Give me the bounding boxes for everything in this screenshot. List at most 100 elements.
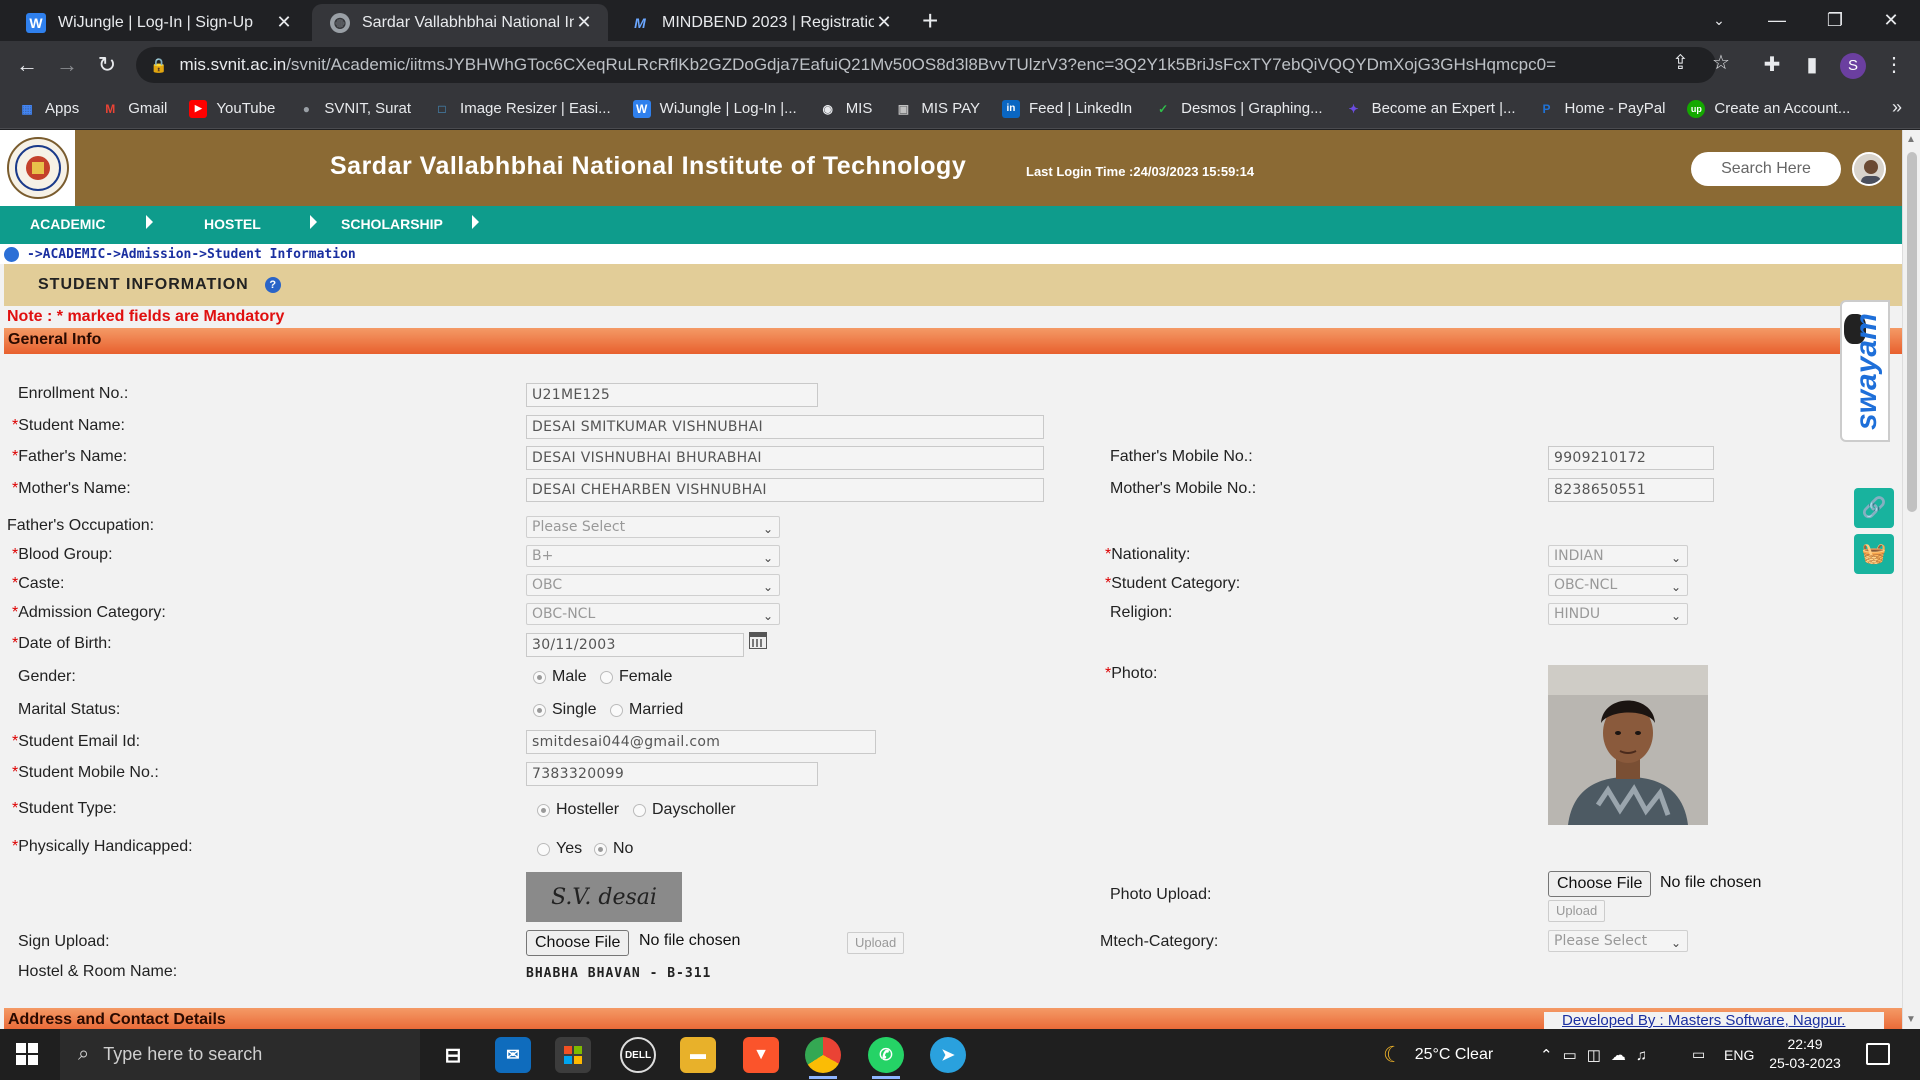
- email-field[interactable]: smitdesai044@gmail.com: [526, 730, 876, 754]
- photo-upload-button[interactable]: Upload: [1548, 900, 1606, 922]
- clock[interactable]: 22:49 25-03-2023: [1760, 1035, 1850, 1073]
- photo-choose-file-button[interactable]: Choose File: [1548, 871, 1652, 897]
- gender-female-radio[interactable]: Female: [600, 668, 672, 686]
- reload-icon[interactable]: ↻: [92, 51, 122, 81]
- taskbar-search-input[interactable]: ⌕ Type here to search: [60, 1029, 420, 1080]
- caste-select[interactable]: OBC ⌄: [526, 574, 780, 596]
- calendar-icon[interactable]: [749, 632, 767, 649]
- extensions-icon[interactable]: ✚: [1758, 51, 1786, 79]
- profile-avatar[interactable]: S: [1840, 53, 1866, 79]
- student-type-dayscholler-radio[interactable]: Dayscholler: [633, 801, 736, 819]
- marital-single-radio[interactable]: Single: [533, 701, 596, 719]
- help-icon[interactable]: ?: [264, 277, 281, 293]
- minimize-icon[interactable]: —: [1748, 0, 1806, 41]
- forward-icon[interactable]: →: [52, 51, 82, 81]
- student-name-field[interactable]: DESAI SMITKUMAR VISHNUBHAI: [526, 415, 1044, 439]
- breadcrumb-path[interactable]: ->ACADEMIC->Admission->Student Informati…: [27, 247, 356, 262]
- close-icon[interactable]: ✕: [574, 12, 594, 33]
- new-tab-icon[interactable]: +: [922, 6, 938, 36]
- swayam-banner[interactable]: swayam: [1840, 300, 1890, 442]
- brave-icon[interactable]: ▼: [743, 1037, 779, 1073]
- student-type-hosteller-radio[interactable]: Hosteller: [537, 801, 619, 819]
- mtech-category-select[interactable]: Please Select ⌄: [1548, 930, 1688, 952]
- chrome-icon[interactable]: [805, 1037, 841, 1079]
- whatsapp-icon[interactable]: ✆: [868, 1037, 904, 1079]
- link-icon[interactable]: 🔗: [1854, 488, 1894, 528]
- bookmark-become-expert[interactable]: ✦ Become an Expert |...: [1345, 100, 1516, 118]
- mail-icon[interactable]: ✉: [495, 1037, 531, 1073]
- tab-search-chevron-icon[interactable]: ⌄: [1690, 0, 1748, 41]
- gender-male-radio[interactable]: Male: [533, 668, 587, 686]
- bookmark-wijungle[interactable]: W WiJungle | Log-In |...: [632, 99, 797, 118]
- side-panel-icon[interactable]: ▮: [1798, 51, 1826, 79]
- scroll-up-icon[interactable]: ▲: [1906, 134, 1916, 145]
- scrollbar-thumb[interactable]: [1907, 152, 1917, 512]
- tab-wijungle[interactable]: W WiJungle | Log-In | Sign-Up ✕: [8, 4, 308, 41]
- display-icon[interactable]: ▭: [1692, 1029, 1705, 1080]
- weather-widget[interactable]: ☾ 25°C Clear: [1383, 1029, 1493, 1080]
- father-name-field[interactable]: DESAI VISHNUBHAI BHURABHAI: [526, 446, 1044, 470]
- sign-upload-button[interactable]: Upload: [847, 932, 905, 954]
- nationality-select[interactable]: INDIAN ⌄: [1548, 545, 1688, 567]
- address-bar[interactable]: 🔒 mis.svnit.ac.in/svnit/Academic/iitmsJY…: [136, 47, 1716, 83]
- admission-category-select[interactable]: OBC-NCL ⌄: [526, 603, 780, 625]
- sign-file-status: No file chosen: [639, 932, 741, 949]
- father-occupation-select[interactable]: Please Select ⌄: [526, 516, 780, 538]
- student-category-select[interactable]: OBC-NCL ⌄: [1548, 574, 1688, 596]
- window-close-icon[interactable]: ✕: [1862, 0, 1920, 41]
- notifications-icon[interactable]: [1866, 1043, 1890, 1065]
- marital-married-radio[interactable]: Married: [610, 701, 683, 719]
- bookmark-paypal[interactable]: P Home - PayPal: [1538, 100, 1666, 118]
- enrollment-field[interactable]: U21ME125: [526, 383, 818, 407]
- bookmark-linkedin[interactable]: in Feed | LinkedIn: [1001, 99, 1132, 118]
- tab-mindbend[interactable]: M MINDBEND 2023 | Registration ✕: [612, 4, 908, 41]
- menu-kebab-icon[interactable]: ⋮: [1880, 51, 1908, 79]
- tab-svnit[interactable]: ◍ Sardar Vallabhbhai National Instit ✕: [312, 4, 608, 41]
- telegram-icon[interactable]: ➤: [930, 1037, 966, 1073]
- bookmark-gmail[interactable]: M Gmail: [101, 100, 167, 118]
- mother-name-field[interactable]: DESAI CHEHARBEN VISHNUBHAI: [526, 478, 1044, 502]
- bookmark-youtube[interactable]: ▶ YouTube: [189, 99, 275, 118]
- bookmark-upwork[interactable]: up Create an Account...: [1687, 99, 1850, 118]
- share-icon[interactable]: ⇪: [1672, 50, 1689, 75]
- menu-scholarship[interactable]: SCHOLARSHIP: [341, 216, 443, 232]
- sign-choose-file-button[interactable]: Choose File: [526, 930, 630, 956]
- page-scrollbar[interactable]: ▲ ▼: [1902, 130, 1920, 1029]
- file-explorer-icon[interactable]: ▬: [680, 1037, 716, 1073]
- bookmarks-overflow-icon[interactable]: »: [1892, 97, 1902, 118]
- father-mobile-label: Father's Mobile No.:: [1110, 448, 1253, 465]
- close-icon[interactable]: ✕: [274, 12, 294, 33]
- task-view-icon[interactable]: ⊟: [435, 1037, 471, 1073]
- site-search-input[interactable]: Search Here: [1691, 152, 1841, 186]
- bookmark-mis-pay[interactable]: ▣ MIS PAY: [894, 100, 980, 118]
- bookmark-apps[interactable]: ▦ Apps: [18, 100, 79, 118]
- bookmark-desmos[interactable]: ✓ Desmos | Graphing...: [1154, 100, 1322, 118]
- system-tray-icons[interactable]: ⌃▭◫☁♫: [1540, 1029, 1657, 1080]
- father-mobile-field[interactable]: 9909210172: [1548, 446, 1714, 470]
- restore-icon[interactable]: ❐: [1806, 0, 1864, 41]
- user-avatar[interactable]: [1852, 152, 1886, 186]
- dell-icon[interactable]: DELL: [620, 1037, 656, 1073]
- bookmark-mis[interactable]: ◉ MIS: [819, 100, 872, 118]
- menu-academic[interactable]: ACADEMIC: [30, 216, 105, 232]
- religion-select[interactable]: HINDU ⌄: [1548, 603, 1688, 625]
- store-icon[interactable]: [555, 1037, 591, 1073]
- scroll-down-icon[interactable]: ▼: [1906, 1014, 1916, 1025]
- ph-yes-radio[interactable]: Yes: [537, 840, 582, 858]
- student-mobile-field[interactable]: 7383320099: [526, 762, 818, 786]
- windows-start-icon[interactable]: [16, 1043, 38, 1065]
- back-icon[interactable]: ←: [12, 51, 42, 81]
- home-icon[interactable]: [4, 246, 19, 262]
- mother-mobile-field[interactable]: 8238650551: [1548, 478, 1714, 502]
- ph-no-radio[interactable]: No: [594, 840, 633, 858]
- close-icon[interactable]: ✕: [874, 12, 894, 33]
- dob-field[interactable]: 30/11/2003: [526, 633, 744, 657]
- bookmark-star-icon[interactable]: ☆: [1712, 50, 1730, 75]
- basket-icon[interactable]: 🧺: [1854, 534, 1894, 574]
- menu-hostel[interactable]: HOSTEL: [204, 216, 261, 232]
- language-indicator[interactable]: ENG: [1724, 1029, 1754, 1080]
- developed-by-link[interactable]: Developed By : Masters Software, Nagpur.: [1544, 1012, 1884, 1029]
- blood-group-select[interactable]: B+ ⌄: [526, 545, 780, 567]
- bookmark-image-resizer[interactable]: □ Image Resizer | Easi...: [433, 100, 610, 118]
- bookmark-svnit[interactable]: ● SVNIT, Surat: [297, 100, 411, 118]
